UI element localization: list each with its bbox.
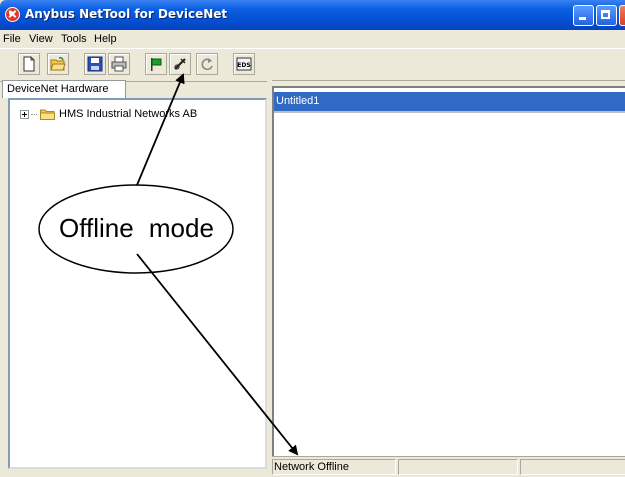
maximize-button[interactable] [596,5,617,26]
close-button[interactable] [619,5,625,26]
go-online-button[interactable] [169,53,191,75]
open-folder-icon [50,57,66,71]
refresh-icon [201,58,213,71]
green-flag-icon [151,58,162,71]
status-panel-2 [398,459,518,475]
toolbar: EDS [0,48,625,82]
tree-item-hms[interactable]: HMS Industrial Networks AB [20,108,198,121]
flag-button[interactable] [145,53,167,75]
new-document-button[interactable] [18,53,40,75]
callout-offline-mode: Offline mode [59,213,214,243]
refresh-button[interactable] [196,53,218,75]
tree-connector [31,113,37,115]
menu-view[interactable]: View [29,33,53,45]
eds-icon-label: EDS [237,62,250,69]
title-bar[interactable]: Anybus NetTool for DeviceNet [0,0,625,30]
print-button[interactable] [108,53,130,75]
window-title: Anybus NetTool for DeviceNet [25,7,228,21]
save-button[interactable] [84,53,106,75]
status-panel-3 [520,459,625,475]
open-button[interactable] [47,53,69,75]
save-disk-icon [87,56,103,72]
menu-tools[interactable]: Tools [61,33,87,45]
tree-item-label: HMS Industrial Networks AB [59,108,198,120]
new-document-icon [23,56,35,72]
go-online-plug-icon [174,58,186,70]
network-document-pane: Untitled1 [272,86,625,456]
eds-button[interactable]: EDS [233,53,255,75]
tree-expand-icon[interactable] [20,109,29,119]
folder-icon [40,109,55,121]
tab-devicenet-hardware[interactable]: DeviceNet Hardware [2,80,126,98]
minimize-button[interactable] [573,5,594,26]
hardware-tree: HMS Industrial Networks AB [8,98,267,469]
menu-bar: File View Tools Help [0,30,625,48]
document-title-bar[interactable]: Untitled1 [274,92,625,113]
menu-help[interactable]: Help [94,33,117,45]
status-bar: Network Offline [272,456,625,477]
eds-icon: EDS [236,57,252,71]
status-network-state: Network Offline [272,459,396,475]
print-icon [111,56,127,72]
menu-file[interactable]: File [3,33,21,45]
app-logo-icon [5,7,20,22]
